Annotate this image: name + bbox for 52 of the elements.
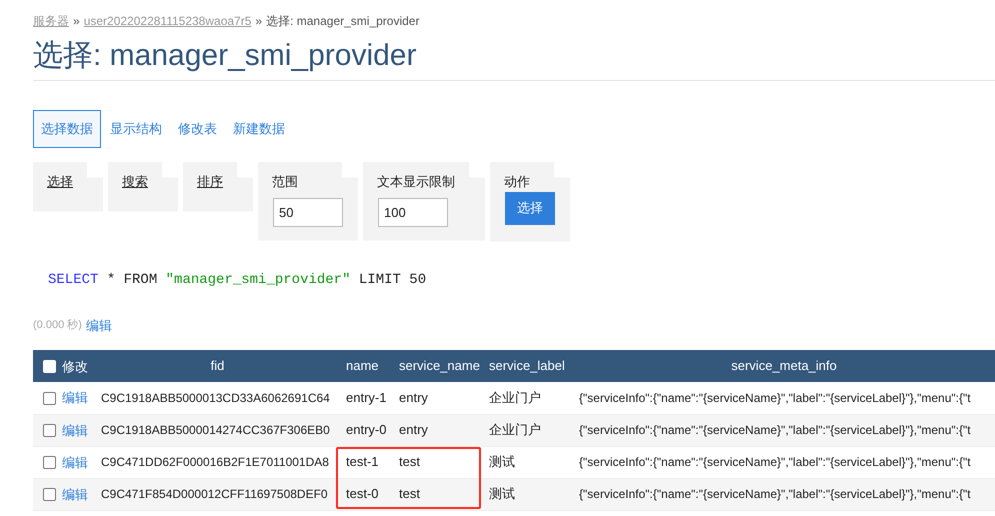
table-cell: test-0 (340, 478, 393, 510)
edit-link[interactable]: 编辑 (62, 422, 88, 438)
table-cell: {"serviceInfo":{"name":"{serviceName}","label":"{serviceLabel}"},"menu":{"t (573, 446, 995, 478)
table-cell: C9C471F854D000012CFF11697508DEF0 (95, 478, 340, 510)
table-cell: 企业门户 (483, 382, 573, 414)
column-header[interactable]: service_label (483, 350, 573, 382)
edit-link[interactable]: 编辑 (62, 390, 88, 406)
query-time: (0.000 秒) (33, 318, 82, 333)
table-cell: 企业门户 (483, 414, 573, 446)
column-header[interactable]: name (340, 350, 393, 382)
table-cell: entry (393, 382, 483, 414)
column-header[interactable]: service_meta_info (573, 350, 995, 382)
tab[interactable]: 选择数据 (33, 110, 101, 148)
edit-link[interactable]: 编辑 (62, 486, 88, 502)
section-legend: 文本显示限制 (377, 174, 455, 188)
select-button[interactable]: 选择 (505, 192, 555, 224)
column-header[interactable]: service_name (393, 350, 483, 382)
table-cell: entry-1 (340, 382, 393, 414)
tab[interactable]: 显示结构 (103, 110, 169, 148)
breadcrumb-current: 选择: manager_smi_provider (266, 13, 420, 30)
table-cell: {"serviceInfo":{"name":"{serviceName}","label":"{serviceLabel}"},"menu":{"t (573, 478, 995, 510)
table-cell: test (393, 446, 483, 478)
table-cell: 测试 (483, 478, 573, 510)
breadcrumb-link[interactable]: 服务器 (33, 12, 69, 30)
table-cell: test-1 (340, 446, 393, 478)
input-field[interactable]: 100 (378, 198, 448, 226)
section-link[interactable]: 排序 (197, 174, 223, 188)
tab[interactable]: 新建数据 (226, 110, 292, 148)
column-header: 修改 (62, 358, 88, 374)
section-link[interactable]: 选择 (47, 174, 73, 188)
edit-link[interactable]: 编辑 (62, 454, 88, 470)
breadcrumb-separator: » (255, 13, 262, 30)
sql-query: SELECT * FROM "manager_smi_provider" LIMIT 50 (47, 270, 426, 290)
table-cell: test (393, 478, 483, 510)
table-cell: entry-0 (340, 414, 393, 446)
section-legend: 动作 (504, 174, 530, 188)
table-cell: C9C471DD62F000016B2F1E7011001DA8 (95, 446, 340, 478)
section-legend: 范围 (272, 174, 298, 188)
column-header[interactable]: fid (95, 350, 340, 382)
tab[interactable]: 修改表 (171, 110, 224, 148)
page-title: 选择: manager_smi_provider (33, 38, 416, 74)
table-cell: {"serviceInfo":{"name":"{serviceName}","label":"{serviceLabel}"},"menu":{"t (573, 414, 995, 446)
table-cell: {"serviceInfo":{"name":"{serviceName}","label":"{serviceLabel}"},"menu":{"t (573, 382, 995, 414)
breadcrumb-link[interactable]: user202202281115238waoa7r5 (84, 12, 252, 30)
table-cell: C9C1918ABB5000013CD33A6062691C64 (95, 382, 340, 414)
edit-link[interactable]: 编辑 (86, 316, 112, 335)
breadcrumb-separator: » (73, 13, 80, 30)
input-field[interactable]: 50 (273, 198, 343, 226)
section-link[interactable]: 搜索 (122, 174, 148, 188)
table-cell: 测试 (483, 446, 573, 478)
table-cell: C9C1918ABB5000014274CC367F306EB0 (95, 414, 340, 446)
table-cell: entry (393, 414, 483, 446)
